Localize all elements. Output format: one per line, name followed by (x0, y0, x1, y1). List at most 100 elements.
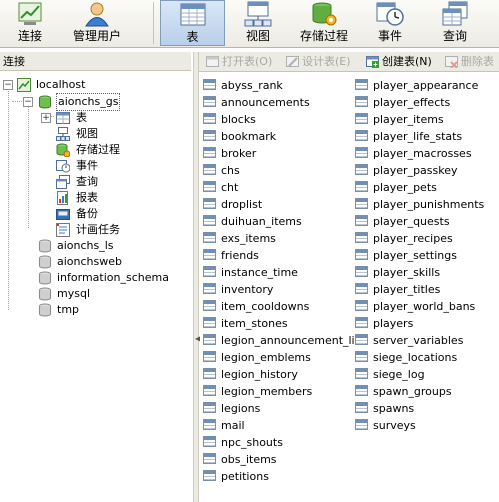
table-name: legion_emblems (221, 351, 311, 364)
table-name: player_world_bans (373, 300, 476, 313)
table-name: obs_items (221, 453, 277, 466)
table-name: player_passkey (373, 164, 458, 177)
procedures-button[interactable]: 存储过程 (292, 0, 356, 46)
reports-folder-icon (56, 191, 70, 205)
table-list: abyss_rank announcements blocks bookmark bro… (200, 75, 499, 502)
queries-button[interactable]: 查询 (426, 0, 484, 46)
procedure-icon (310, 1, 338, 27)
backups-folder-icon (56, 207, 70, 221)
table-name: duihuan_items (221, 215, 302, 228)
table-name: player_recipes (373, 232, 453, 245)
queries-folder-icon (56, 175, 70, 189)
table-name: item_cooldowns (221, 300, 310, 313)
tree-node-label: 查询 (76, 175, 98, 188)
tables-label: 表 (186, 30, 199, 44)
table-grid-icon (355, 181, 368, 192)
connection-tree[interactable]: − localhost − aionchs_gs + 表 视图 存储过程 事件 … (0, 74, 194, 502)
table-name: droplist (221, 198, 263, 211)
table-name: spawns (373, 402, 415, 415)
table-name: legions (221, 402, 261, 415)
table-grid-icon (203, 385, 216, 396)
table-name: friends (221, 249, 259, 262)
toolbar-divider (153, 2, 154, 44)
collapse-icon[interactable]: − (3, 80, 13, 90)
database-icon (38, 255, 52, 269)
tree-node-label: 计画任务 (76, 223, 120, 236)
table-name: spawn_groups (373, 385, 452, 398)
events-label: 事件 (377, 29, 402, 43)
table-name: abyss_rank (221, 79, 283, 92)
manage-users-button[interactable]: 管理用户 (62, 0, 132, 46)
table-name: item_stones (221, 317, 288, 330)
panel-splitter[interactable]: ◀ (193, 52, 201, 502)
table-grid-icon (355, 266, 368, 277)
table-grid-icon (355, 130, 368, 141)
table-grid-icon (203, 317, 216, 328)
connect-label: 连接 (17, 29, 42, 43)
table-grid-icon (203, 198, 216, 209)
table-grid-icon (355, 232, 368, 243)
table-grid-icon (203, 215, 216, 226)
table-name: legion_history (221, 368, 298, 381)
table-grid-icon (203, 181, 216, 192)
collapse-icon[interactable]: − (23, 97, 33, 107)
tables-button[interactable]: 表 (160, 0, 225, 46)
database-name: aionchsweb (57, 255, 122, 268)
table-grid-icon (203, 402, 216, 413)
table-grid-icon (203, 232, 216, 243)
table-name: legion_members (221, 385, 313, 398)
database-icon (38, 271, 52, 285)
table-grid-icon (355, 215, 368, 226)
delete-table-icon (445, 55, 458, 69)
table-grid-icon (203, 249, 216, 260)
table-name: announcements (221, 96, 310, 109)
database-open-icon (38, 95, 52, 109)
table-name: server_variables (373, 334, 464, 347)
manage-users-label: 管理用户 (72, 29, 121, 43)
table-grid-icon (355, 147, 368, 158)
table-name: player_appearance (373, 79, 479, 92)
schedule-folder-icon (56, 223, 70, 237)
table-grid-icon (355, 402, 368, 413)
table-grid-icon (355, 283, 368, 294)
open-table-icon (206, 55, 219, 68)
connect-button[interactable]: 连接 (0, 0, 60, 46)
connect-icon (16, 1, 44, 27)
table-name: siege_locations (373, 351, 458, 364)
expand-icon[interactable]: + (41, 113, 51, 123)
server-connection-icon (17, 78, 31, 92)
table-grid-icon (203, 266, 216, 277)
server-name: localhost (36, 78, 86, 91)
table-name: instance_time (221, 266, 298, 279)
table-grid-icon (203, 113, 216, 124)
database-icon (38, 287, 52, 301)
table-grid-icon (355, 164, 368, 175)
tree-node-label: 视图 (76, 127, 98, 140)
table-grid-icon (355, 249, 368, 260)
table-grid-icon (203, 130, 216, 141)
design-table-button[interactable]: 设计表(E) (286, 54, 351, 69)
table-grid-icon (203, 351, 216, 362)
tables-folder-icon (56, 111, 70, 125)
tree-guide (8, 88, 9, 310)
main-toolbar: 连接 管理用户 表 视图 存储过程 事件 查询 (0, 0, 499, 48)
table-name: player_skills (373, 266, 441, 279)
table-grid-icon (355, 351, 368, 362)
table-name: players (373, 317, 414, 330)
table-grid-icon (203, 147, 216, 158)
table-grid-icon (355, 419, 368, 430)
delete-table-button[interactable]: 删除表 (445, 54, 494, 69)
table-name: player_quests (373, 215, 450, 228)
open-table-button[interactable]: 打开表(O) (206, 54, 272, 69)
object-toolbar: 打开表(O) 设计表(E) 创建表(N) 删除表 (199, 52, 499, 72)
views-button[interactable]: 视图 (229, 0, 287, 46)
create-table-button[interactable]: 创建表(N) (366, 54, 432, 69)
events-button[interactable]: 事件 (362, 0, 418, 46)
database-name: aionchs_ls (57, 239, 114, 252)
create-table-icon (366, 55, 379, 68)
table-name: cht (221, 181, 239, 194)
table-grid-icon (203, 164, 216, 175)
table-grid-icon (355, 317, 368, 328)
table-name: legion_announcement_list (221, 334, 365, 347)
table-grid-icon (355, 198, 368, 209)
